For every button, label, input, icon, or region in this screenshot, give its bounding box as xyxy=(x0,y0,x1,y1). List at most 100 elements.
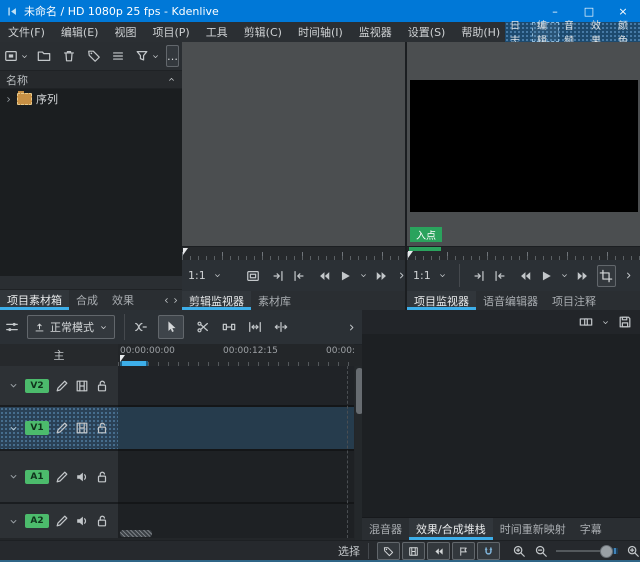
menu-settings[interactable]: 设置(S) xyxy=(400,22,454,42)
menu-view[interactable]: 视图 xyxy=(106,22,144,42)
play-dropdown-icon[interactable] xyxy=(359,271,368,280)
add-clip-button[interactable] xyxy=(4,49,18,63)
zoom-fit-button[interactable] xyxy=(512,544,526,558)
menu-tools[interactable]: 工具 xyxy=(198,22,236,42)
save-effect-stack-icon[interactable] xyxy=(618,315,632,329)
razor-tool-button[interactable] xyxy=(196,320,210,334)
dock-tab-log[interactable]: 日志 xyxy=(505,21,532,47)
audio-thumbnails-toggle[interactable] xyxy=(427,542,450,560)
tab-compositions[interactable]: 合成 xyxy=(69,290,105,310)
track-header-v2[interactable]: V2 xyxy=(0,366,118,407)
track-badge[interactable]: V1 xyxy=(25,421,49,435)
name-column-header[interactable]: 名称 xyxy=(6,72,28,88)
tab-scroll-right-icon[interactable] xyxy=(171,290,180,310)
play-icon[interactable] xyxy=(338,269,352,283)
play-dropdown-icon[interactable] xyxy=(560,271,569,280)
timeline-playhead[interactable] xyxy=(120,355,125,362)
clip-monitor-ruler[interactable] xyxy=(182,246,405,261)
video-thumbnails-toggle[interactable] xyxy=(402,542,425,560)
zoom-dropdown-icon[interactable] xyxy=(438,271,447,280)
play-icon[interactable] xyxy=(539,269,553,283)
lock-track-icon[interactable] xyxy=(95,421,109,435)
slip-tool-button[interactable] xyxy=(248,320,262,334)
rewind-icon[interactable] xyxy=(518,269,532,283)
tab-effect-stack[interactable]: 效果/合成堆栈 xyxy=(409,518,493,540)
toolbar-overflow-icon[interactable] xyxy=(396,270,407,281)
toolbar-overflow-icon[interactable] xyxy=(623,270,634,281)
filter-dropdown[interactable] xyxy=(151,52,160,61)
slider-handle[interactable] xyxy=(600,545,613,558)
monitor-zone-bar[interactable] xyxy=(409,247,441,251)
set-in-point-icon[interactable] xyxy=(271,269,285,283)
timeline-toolbar-overflow-icon[interactable] xyxy=(346,322,357,333)
menu-clip[interactable]: 剪辑(C) xyxy=(236,22,290,42)
timeline-zoom-slider[interactable] xyxy=(556,545,618,558)
menu-monitor[interactable]: 监视器 xyxy=(351,22,400,42)
collapse-track-icon[interactable] xyxy=(8,380,19,391)
menu-help[interactable]: 帮助(H) xyxy=(453,22,508,42)
collapse-track-icon[interactable] xyxy=(8,471,19,482)
video-track-icon[interactable] xyxy=(75,421,89,435)
edit-mode-select[interactable]: 正常模式 xyxy=(27,315,115,339)
tab-subtitles[interactable]: 字幕 xyxy=(573,518,609,540)
filter-button[interactable] xyxy=(135,49,149,63)
tag-button[interactable] xyxy=(87,49,101,63)
dock-tab-edit[interactable]: 编辑 xyxy=(532,21,559,47)
edit-track-icon[interactable] xyxy=(55,421,69,435)
expander-icon[interactable] xyxy=(4,95,13,104)
more-options-button[interactable]: … xyxy=(166,45,179,67)
tab-scroll-left-icon[interactable] xyxy=(162,290,171,310)
project-monitor-playhead[interactable] xyxy=(408,251,413,258)
track-badge[interactable]: A2 xyxy=(25,514,49,528)
sort-caret-icon[interactable] xyxy=(167,75,176,84)
tab-clip-monitor[interactable]: 剪辑监视器 xyxy=(182,291,251,310)
ripple-tool-button[interactable] xyxy=(274,320,288,334)
zoom-out-button[interactable] xyxy=(534,544,548,558)
track-lane-a2[interactable] xyxy=(118,504,354,538)
chevron-down-icon[interactable] xyxy=(601,318,610,327)
sequence-folder-item[interactable]: 序列 xyxy=(0,91,182,107)
mix-tool-button[interactable] xyxy=(134,320,148,334)
edit-track-icon[interactable] xyxy=(55,514,69,528)
menu-project[interactable]: 项目(P) xyxy=(144,22,197,42)
lock-track-icon[interactable] xyxy=(95,379,109,393)
monitor-zoom-level[interactable]: 1:1 xyxy=(413,269,431,282)
video-track-icon[interactable] xyxy=(75,379,89,393)
compare-effect-icon[interactable] xyxy=(579,315,593,329)
dock-tab-color[interactable]: 颜色 xyxy=(613,21,640,47)
zoom-dropdown-icon[interactable] xyxy=(213,271,222,280)
project-monitor-ruler[interactable] xyxy=(407,246,640,261)
delete-button[interactable] xyxy=(62,49,76,63)
create-folder-button[interactable] xyxy=(37,49,51,63)
lock-track-icon[interactable] xyxy=(95,514,109,528)
track-lane-v2[interactable] xyxy=(118,366,354,407)
track-header-v1[interactable]: V1 xyxy=(0,407,118,451)
edit-track-icon[interactable] xyxy=(55,470,69,484)
track-lane-a1[interactable] xyxy=(118,451,354,504)
tab-effects-list[interactable]: 效果 xyxy=(105,290,141,310)
zoom-in-button[interactable] xyxy=(626,544,640,558)
forward-icon[interactable] xyxy=(375,269,389,283)
audio-track-icon[interactable] xyxy=(75,514,89,528)
track-header-a1[interactable]: A1 xyxy=(0,451,118,504)
collapse-track-icon[interactable] xyxy=(8,423,19,434)
set-out-point-icon[interactable] xyxy=(493,269,507,283)
selection-tool-button[interactable] xyxy=(158,315,184,339)
tab-speech-editor[interactable]: 语音编辑器 xyxy=(476,291,545,310)
add-clip-dropdown[interactable] xyxy=(20,52,29,61)
rewind-icon[interactable] xyxy=(317,269,331,283)
master-track-header[interactable]: 主 xyxy=(0,344,118,366)
snap-toggle[interactable] xyxy=(477,542,500,560)
collapse-track-icon[interactable] xyxy=(8,516,19,527)
tab-time-remap[interactable]: 时间重新映射 xyxy=(493,518,573,540)
dock-tab-effects[interactable]: 效果 xyxy=(586,21,613,47)
clip-monitor-display[interactable] xyxy=(182,42,405,246)
timeline-ruler[interactable]: 00:00:00:00 00:00:12:15 00:00:25:05 00:0 xyxy=(118,344,354,366)
spacer-tool-button[interactable] xyxy=(222,320,236,334)
insert-zone-icon[interactable] xyxy=(246,269,260,283)
timeline-horizontal-scrollbar[interactable] xyxy=(120,530,152,537)
lock-track-icon[interactable] xyxy=(95,470,109,484)
tab-mixer[interactable]: 混音器 xyxy=(362,518,409,540)
menu-file[interactable]: 文件(F) xyxy=(0,22,53,42)
forward-icon[interactable] xyxy=(576,269,590,283)
